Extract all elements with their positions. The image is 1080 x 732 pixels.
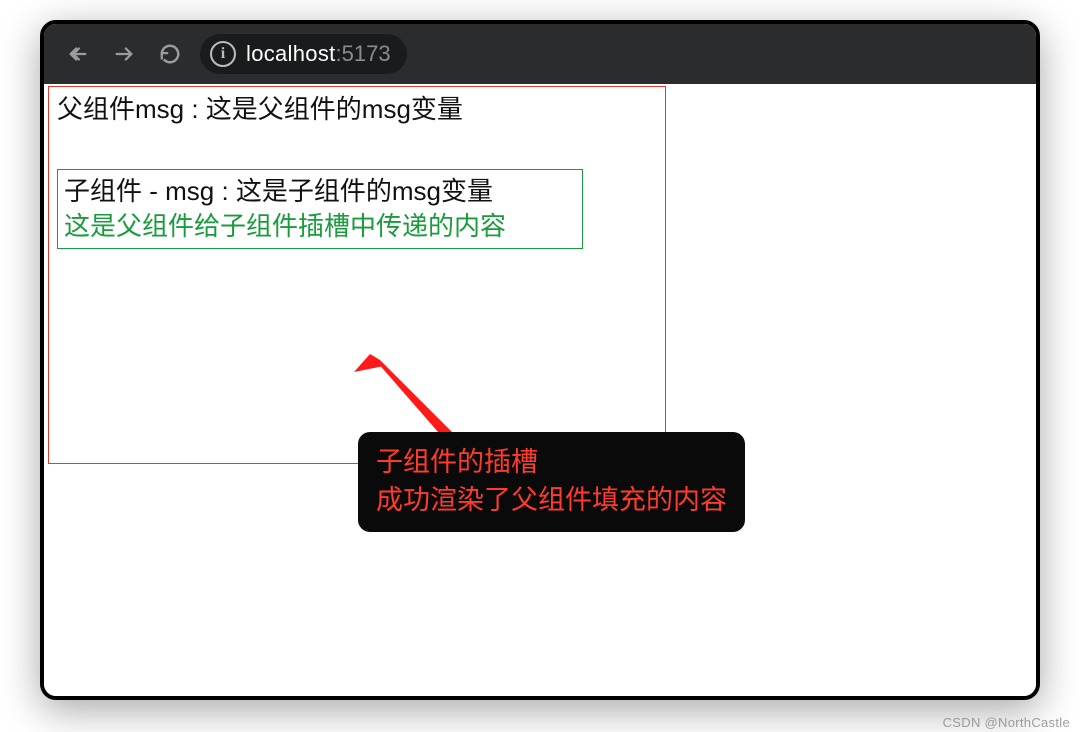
child-component-box: 子组件 - msg : 这是子组件的msg变量 这是父组件给子组件插槽中传递的内…: [57, 169, 583, 249]
forward-button[interactable]: [108, 38, 140, 70]
arrow-right-icon: [113, 43, 135, 65]
page-content: 父组件msg : 这是父组件的msg变量 子组件 - msg : 这是子组件的m…: [44, 84, 1036, 696]
back-button[interactable]: [62, 38, 94, 70]
browser-window: i localhost:5173 父组件msg : 这是父组件的msg变量 子组…: [40, 20, 1040, 700]
slot-content-text: 这是父组件给子组件插槽中传递的内容: [64, 209, 576, 244]
reload-button[interactable]: [154, 38, 186, 70]
url-host: localhost:5173: [246, 41, 391, 67]
parent-msg-text: 父组件msg : 这是父组件的msg变量: [57, 93, 657, 127]
annotation-line-2: 成功渲染了父组件填充的内容: [376, 482, 727, 520]
browser-toolbar: i localhost:5173: [44, 24, 1036, 84]
reload-icon: [159, 43, 181, 65]
info-icon: i: [210, 41, 236, 67]
annotation-callout: 子组件的插槽 成功渲染了父组件填充的内容: [358, 432, 745, 532]
child-msg-text: 子组件 - msg : 这是子组件的msg变量: [64, 174, 576, 209]
annotation-line-1: 子组件的插槽: [376, 444, 727, 482]
watermark-text: CSDN @NorthCastle: [943, 715, 1070, 730]
address-bar[interactable]: i localhost:5173: [200, 34, 407, 74]
arrow-left-icon: [67, 43, 89, 65]
parent-component-box: 父组件msg : 这是父组件的msg变量 子组件 - msg : 这是子组件的m…: [48, 86, 666, 464]
